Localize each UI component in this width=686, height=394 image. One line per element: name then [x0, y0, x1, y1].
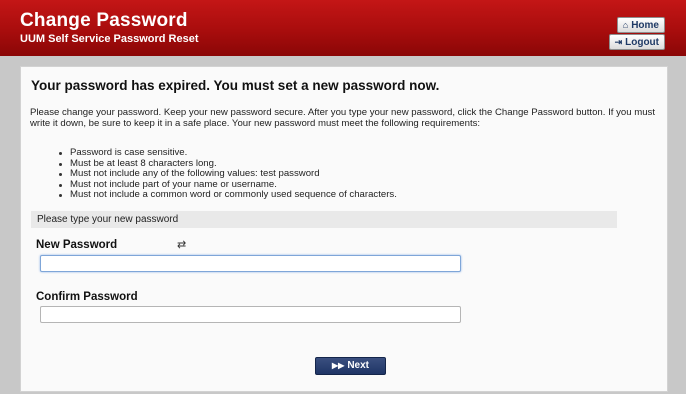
requirements-list: Password is case sensitive. Must be at l… — [59, 147, 397, 201]
logout-button[interactable]: ⇥ Logout — [608, 34, 665, 50]
expired-message-heading: Your password has expired. You must set … — [31, 78, 440, 93]
next-button[interactable]: ▶▶ Next — [315, 357, 386, 375]
toggle-visibility-icon[interactable]: ⇄ — [177, 238, 186, 251]
home-icon: ⌂ — [622, 20, 629, 30]
page-subtitle: UUM Self Service Password Reset — [20, 33, 199, 45]
confirm-password-input[interactable] — [40, 306, 461, 323]
password-prompt-bar: Please type your new password — [31, 211, 617, 228]
app-header: Change Password UUM Self Service Passwor… — [0, 0, 686, 56]
new-password-input[interactable] — [40, 255, 461, 272]
fast-forward-icon: ▶▶ — [332, 361, 345, 370]
logout-icon: ⇥ — [614, 37, 623, 47]
logout-button-label: Logout — [625, 37, 659, 48]
instructions-text: Please change your password. Keep your n… — [30, 107, 655, 129]
page-title: Change Password — [20, 10, 188, 31]
home-button[interactable]: ⌂ Home — [616, 17, 665, 33]
requirement-item: Must not include a common word or common… — [59, 190, 397, 201]
next-button-label: Next — [347, 360, 369, 371]
requirement-item: Password is case sensitive. — [59, 147, 397, 159]
new-password-label: New Password — [36, 239, 118, 251]
home-button-label: Home — [631, 20, 659, 31]
confirm-password-label: Confirm Password — [36, 291, 138, 303]
change-password-panel: Your password has expired. You must set … — [20, 66, 668, 392]
